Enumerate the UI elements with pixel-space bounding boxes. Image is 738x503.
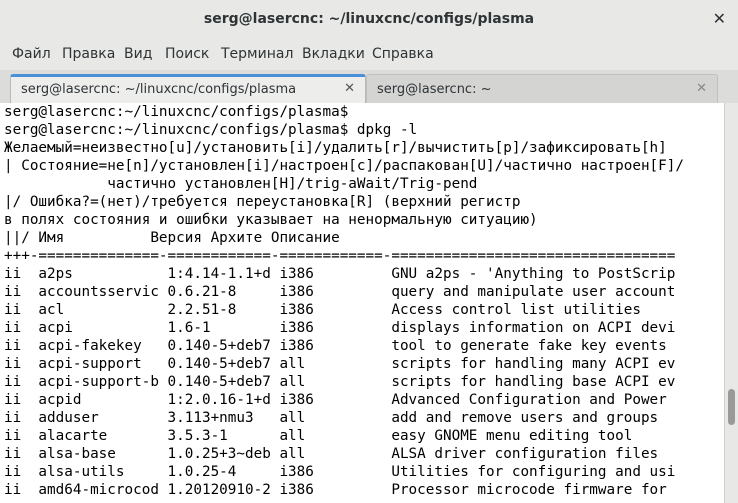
terminal-line: ii acpi-support-b 0.140-5+deb7 all scrip… bbox=[4, 374, 676, 390]
terminal-line: ii acpi 1.6-1 i386 displays information … bbox=[4, 320, 676, 336]
terminal-line: ii acl 2.2.51-8 i386 Access control list… bbox=[4, 302, 641, 318]
terminal-line: ii acpi-support 0.140-5+deb7 all scripts… bbox=[4, 356, 676, 372]
tab-home-label: serg@lasercnc: ~ bbox=[377, 82, 492, 97]
terminal-line: +++-==============-============-========… bbox=[4, 248, 676, 264]
menu-view[interactable]: Вид bbox=[124, 46, 152, 62]
tab-plasma-close-icon[interactable]: ✕ bbox=[344, 81, 355, 96]
terminal-line: ii alacarte 3.5.3-1 all easy GNOME menu … bbox=[4, 428, 633, 444]
terminal-line: ii alsa-base 1.0.25+3~deb all ALSA drive… bbox=[4, 446, 659, 462]
terminal-scrollbar[interactable] bbox=[724, 103, 738, 503]
terminal-line: Желаемый=неизвестно[u]/установить[i]/уда… bbox=[4, 140, 667, 156]
menu-help[interactable]: Справка bbox=[372, 46, 434, 62]
terminal-line: ii accountsservic 0.6.21-8 i386 query an… bbox=[4, 284, 676, 300]
menu-tabs[interactable]: Вкладки bbox=[302, 46, 365, 62]
terminal-line: |/ Ошибка?=(нет)/требуется переустановка… bbox=[4, 194, 521, 210]
terminal-line: serg@lasercnc:~/linuxcnc/configs/plasma$… bbox=[4, 122, 418, 138]
window-title: serg@lasercnc: ~/linuxcnc/configs/plasma bbox=[203, 11, 535, 27]
terminal-line: ii adduser 3.113+nmu3 all add and remove… bbox=[4, 410, 659, 426]
window-close-icon[interactable]: ✕ bbox=[713, 9, 726, 28]
terminal-output[interactable]: serg@lasercnc:~/linuxcnc/configs/plasma$… bbox=[0, 103, 724, 503]
tab-home[interactable]: serg@lasercnc: ~ ✕ bbox=[366, 74, 718, 103]
terminal-line: serg@lasercnc:~/linuxcnc/configs/plasma$ bbox=[4, 104, 349, 120]
terminal-line: в полях состояния и ошибки указывает на … bbox=[4, 212, 538, 228]
tab-plasma[interactable]: serg@lasercnc: ~/linuxcnc/configs/plasma… bbox=[10, 74, 366, 103]
terminal-line: ||/ Имя Версия Архите Описание bbox=[4, 230, 340, 246]
terminal-line: частично установлен[H]/trig-aWait/Trig-p… bbox=[4, 176, 478, 192]
scrollbar-thumb[interactable] bbox=[728, 389, 735, 425]
tab-home-close-icon[interactable]: ✕ bbox=[696, 81, 707, 96]
terminal-line: ii a2ps 1:4.14-1.1+d i386 GNU a2ps - 'An… bbox=[4, 266, 676, 282]
terminal-line: ii amd64-microcod 1.20120910-2 i386 Proc… bbox=[4, 482, 667, 498]
terminal-line: ii alsa-utils 1.0.25-4 i386 Utilities fo… bbox=[4, 464, 676, 480]
tab-bar: serg@lasercnc: ~/linuxcnc/configs/plasma… bbox=[0, 70, 738, 104]
tab-plasma-label: serg@lasercnc: ~/linuxcnc/configs/plasma bbox=[21, 82, 297, 97]
terminal-line: | Состояние=не[n]/установлен[i]/настроен… bbox=[4, 158, 684, 174]
terminal-line: ii acpid 1:2.0.16-1+d i386 Advanced Conf… bbox=[4, 392, 667, 408]
terminal-line: ii acpi-fakekey 0.140-5+deb7 i386 tool t… bbox=[4, 338, 667, 354]
menu-terminal[interactable]: Терминал bbox=[221, 46, 293, 62]
menu-search[interactable]: Поиск bbox=[165, 46, 209, 62]
menu-file[interactable]: Файл bbox=[12, 46, 51, 62]
menu-edit[interactable]: Правка bbox=[62, 46, 115, 62]
menu-bar: Файл Правка Вид Поиск Терминал Вкладки С… bbox=[0, 40, 738, 70]
title-bar: serg@lasercnc: ~/linuxcnc/configs/plasma… bbox=[0, 0, 738, 41]
